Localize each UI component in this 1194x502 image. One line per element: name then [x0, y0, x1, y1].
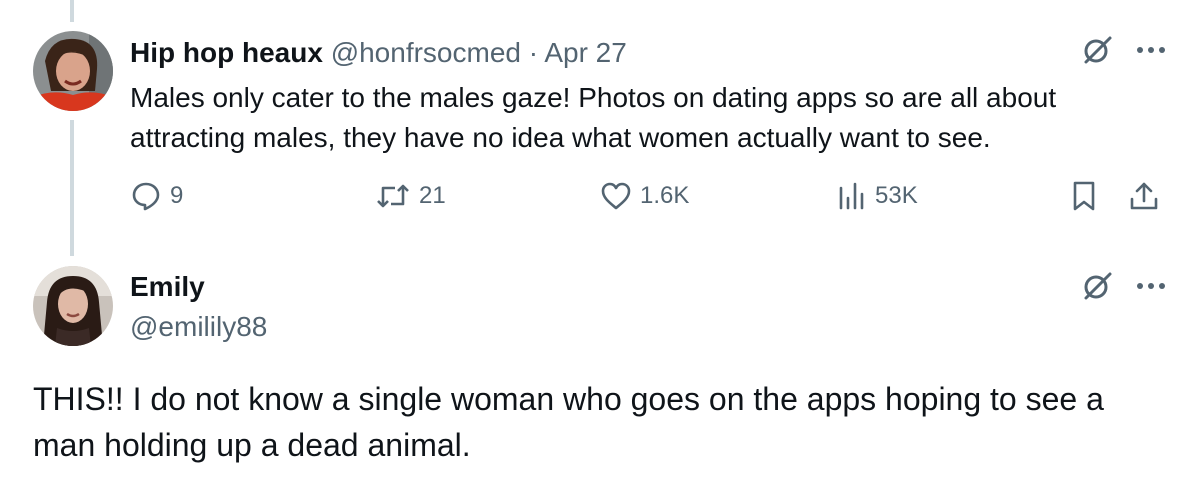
grok-icon[interactable]: [1082, 270, 1114, 302]
reply-icon: [130, 180, 162, 212]
like-button[interactable]: 1.6K: [600, 180, 689, 212]
tweet-text: THIS!! I do not know a single woman who …: [33, 381, 1104, 463]
heart-icon: [600, 180, 632, 212]
share-button[interactable]: [1128, 180, 1160, 212]
views-icon: [835, 180, 867, 212]
tweet-top-actions: [1082, 270, 1166, 302]
separator: ·: [528, 37, 539, 68]
tweet-header: Hip hop heaux @honfrsocmed · Apr 27: [130, 34, 627, 72]
user-handle[interactable]: @honfrsocmed: [331, 37, 521, 68]
tweet-top-actions: [1082, 34, 1166, 66]
retweet-count: 21: [419, 182, 446, 209]
more-icon[interactable]: [1136, 282, 1166, 290]
avatar[interactable]: [33, 266, 113, 346]
user-handle[interactable]: @emilily88: [130, 308, 267, 346]
avatar[interactable]: [33, 31, 113, 111]
display-name[interactable]: Hip hop heaux: [130, 37, 323, 68]
retweet-icon: [375, 180, 411, 212]
tweet-actions: 9 21 1.6K 53K: [130, 180, 1170, 224]
display-name[interactable]: Emily: [130, 268, 205, 306]
thread-line: [70, 0, 74, 22]
share-icon: [1128, 180, 1160, 212]
bookmark-button[interactable]: [1070, 180, 1098, 212]
tweet-date[interactable]: Apr 27: [544, 37, 627, 68]
like-count: 1.6K: [640, 182, 690, 209]
reply-button[interactable]: 9: [130, 180, 183, 212]
bookmark-icon: [1070, 180, 1098, 212]
thread-line: [70, 120, 74, 256]
tweet-text: Males only cater to the males gaze! Phot…: [130, 82, 1057, 153]
more-icon[interactable]: [1136, 46, 1166, 54]
grok-icon[interactable]: [1082, 34, 1114, 66]
reply-count: 9: [170, 182, 184, 209]
retweet-button[interactable]: 21: [375, 180, 446, 212]
views-count: 53K: [875, 182, 918, 209]
views-button[interactable]: 53K: [835, 180, 918, 212]
